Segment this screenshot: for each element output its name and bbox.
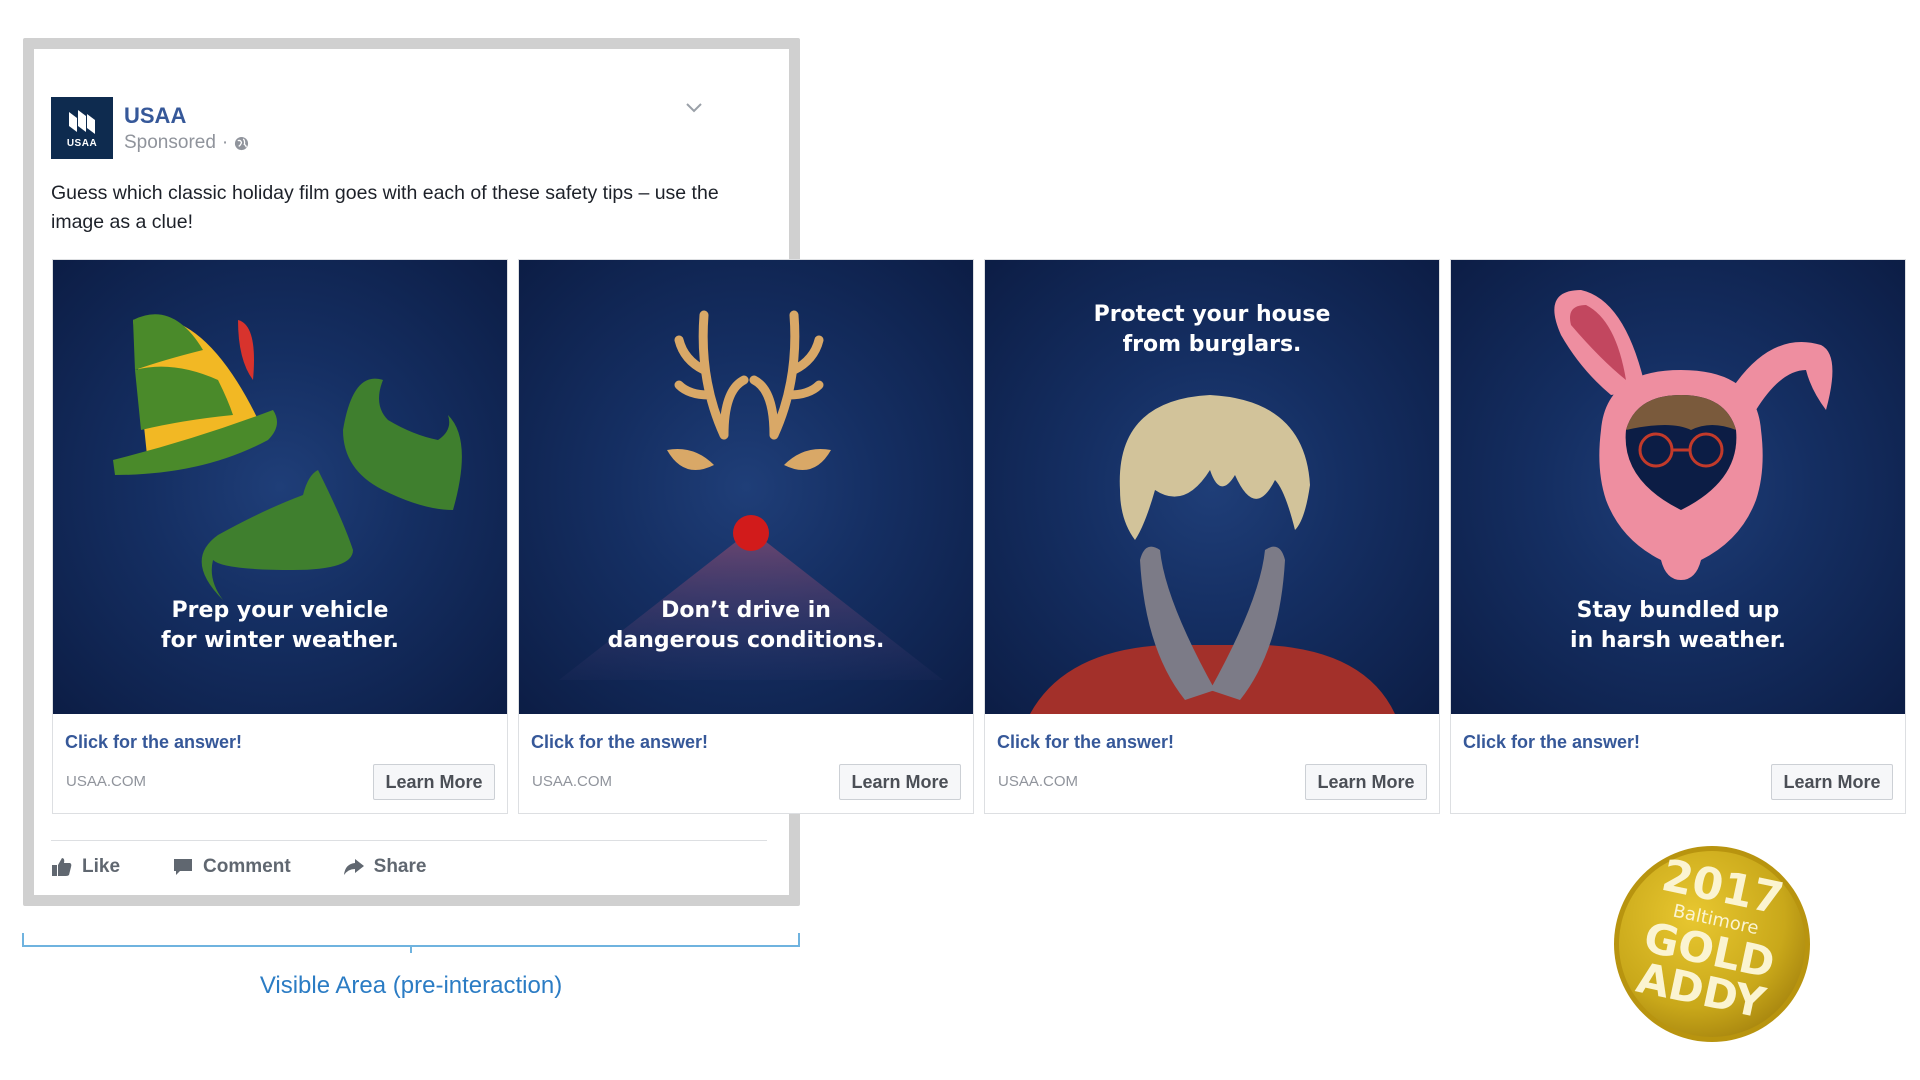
- card-caption: Prep your vehicle for winter weather.: [53, 596, 507, 656]
- comment-label: Comment: [203, 856, 291, 877]
- carousel[interactable]: Prep your vehicle for winter weather. Cl…: [52, 259, 1912, 814]
- page-name[interactable]: USAA: [124, 103, 186, 129]
- visible-area-bracket: [22, 933, 800, 953]
- learn-more-button[interactable]: Learn More: [1305, 764, 1427, 800]
- carousel-card-3[interactable]: Protect your house from burglars. Click …: [984, 259, 1440, 814]
- usaa-logo[interactable]: USAA: [51, 97, 113, 159]
- caption-line-2: dangerous conditions.: [607, 628, 885, 653]
- thumbs-up-icon: [52, 858, 72, 876]
- card-image[interactable]: Stay bundled up in harsh weather.: [1451, 260, 1905, 714]
- card-image[interactable]: Protect your house from burglars.: [985, 260, 1439, 714]
- globe-icon: [235, 136, 249, 150]
- caption-line-1: Don’t drive in: [661, 598, 831, 623]
- card-title[interactable]: Click for the answer!: [65, 732, 242, 753]
- eagle-icon: [69, 109, 95, 134]
- carousel-card-2[interactable]: Don’t drive in dangerous conditions. Cli…: [518, 259, 974, 814]
- caption-line-2: for winter weather.: [161, 628, 399, 653]
- card-title[interactable]: Click for the answer!: [1463, 732, 1640, 753]
- like-label: Like: [82, 856, 121, 877]
- post-actions: Like Comment Share: [51, 852, 426, 882]
- caption-line-1: Stay bundled up: [1576, 598, 1780, 623]
- card-title[interactable]: Click for the answer!: [531, 732, 708, 753]
- share-button[interactable]: Share: [343, 852, 427, 882]
- share-icon: [343, 859, 364, 875]
- caption-line-1: Prep your vehicle: [171, 598, 389, 623]
- logo-text: USAA: [66, 137, 98, 149]
- carousel-card-4[interactable]: Stay bundled up in harsh weather. Click …: [1450, 259, 1906, 814]
- learn-more-button[interactable]: Learn More: [1771, 764, 1893, 800]
- visible-area-label: Visible Area (pre-interaction): [259, 972, 563, 999]
- sponsored-text[interactable]: Sponsored: [124, 132, 216, 154]
- caption-line-2: from burglars.: [1122, 332, 1302, 357]
- carousel-card-1[interactable]: Prep your vehicle for winter weather. Cl…: [52, 259, 508, 814]
- card-caption: Stay bundled up in harsh weather.: [1451, 596, 1905, 656]
- actions-divider: [51, 840, 767, 841]
- post-header: USAA USAA Sponsored ·: [51, 97, 751, 161]
- card-title[interactable]: Click for the answer!: [997, 732, 1174, 753]
- comment-icon: [174, 859, 193, 875]
- card-image[interactable]: Prep your vehicle for winter weather.: [53, 260, 507, 714]
- like-button[interactable]: Like: [51, 852, 120, 882]
- learn-more-button[interactable]: Learn More: [839, 764, 961, 800]
- post-text: Guess which classic holiday film goes wi…: [51, 182, 719, 233]
- card-caption: Protect your house from burglars.: [985, 300, 1439, 360]
- caption-line-2: in harsh weather.: [1570, 628, 1786, 653]
- card-domain: USAA.COM: [998, 773, 1079, 790]
- share-label: Share: [373, 856, 427, 877]
- learn-more-button[interactable]: Learn More: [373, 764, 495, 800]
- caption-line-1: Protect your house: [1093, 302, 1331, 327]
- chevron-down-icon[interactable]: [684, 101, 704, 115]
- sponsored-label: Sponsored ·: [124, 132, 249, 154]
- card-domain: USAA.COM: [532, 773, 613, 790]
- card-caption: Don’t drive in dangerous conditions.: [519, 596, 973, 656]
- card-image[interactable]: Don’t drive in dangerous conditions.: [519, 260, 973, 714]
- separator-dot: ·: [221, 132, 229, 153]
- comment-button[interactable]: Comment: [172, 852, 291, 882]
- card-domain: USAA.COM: [66, 773, 147, 790]
